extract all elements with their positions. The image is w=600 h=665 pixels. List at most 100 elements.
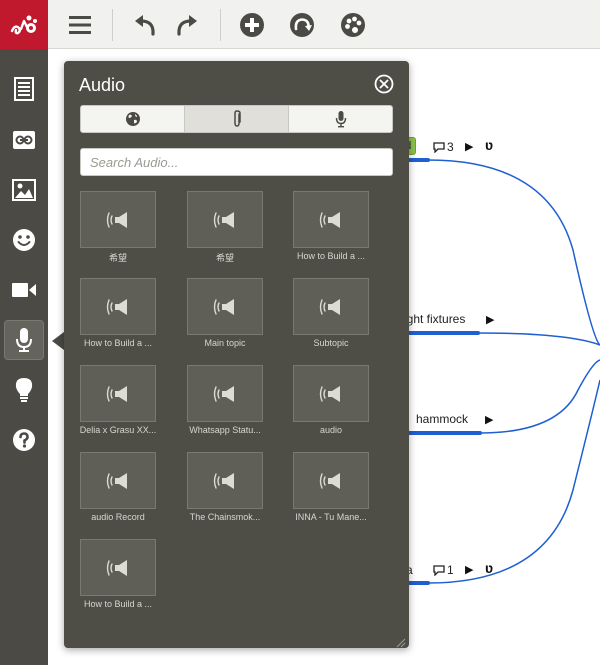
menu-button[interactable] <box>64 9 96 41</box>
audio-item-label: 希望 <box>215 253 234 263</box>
redo-button[interactable] <box>171 9 203 41</box>
audio-item[interactable]: How to Build a ... <box>293 191 371 271</box>
comment-count[interactable]: 1 <box>433 563 454 577</box>
audio-item[interactable]: The Chainsmok... <box>187 452 265 532</box>
audio-thumbnail[interactable] <box>187 278 263 335</box>
undo-button[interactable] <box>129 9 161 41</box>
hamburger-icon <box>69 16 91 34</box>
audio-thumbnail[interactable] <box>293 365 369 422</box>
sidebar-item-images[interactable] <box>4 170 44 210</box>
audio-thumbnail[interactable] <box>293 278 369 335</box>
audio-item-label: Main topic <box>204 338 246 348</box>
audio-thumbnail[interactable] <box>293 191 369 248</box>
tab-web[interactable] <box>81 106 185 132</box>
comment-count-value: 1 <box>447 563 454 577</box>
node-underline <box>406 158 430 162</box>
search-input[interactable] <box>80 148 393 176</box>
palette-icon <box>341 13 365 37</box>
audio-item[interactable]: Whatsapp Statu... <box>187 365 265 445</box>
speaker-icon <box>319 472 340 489</box>
audio-thumbnail[interactable] <box>293 452 369 509</box>
audio-item[interactable]: How to Build a ... <box>80 278 158 358</box>
notes-icon <box>14 77 34 101</box>
play-icon[interactable]: ▶ <box>465 140 473 153</box>
resize-handle[interactable] <box>396 635 406 648</box>
sidebar-item-video[interactable] <box>4 270 44 310</box>
node-link-icon[interactable]: ʋ <box>485 137 493 153</box>
sidebar-item-notes[interactable] <box>4 69 44 109</box>
close-button[interactable] <box>374 74 394 94</box>
comment-count[interactable]: 3 <box>433 140 454 154</box>
toolbar-divider <box>112 9 113 41</box>
audio-item[interactable]: Main topic <box>187 278 265 358</box>
tab-record[interactable] <box>289 106 392 132</box>
audio-thumbnail[interactable] <box>187 191 263 248</box>
audio-thumbnail[interactable] <box>80 539 156 596</box>
play-icon[interactable]: ▶ <box>485 413 493 426</box>
plus-circle-icon <box>240 13 264 37</box>
audio-panel: Audio Search Audio... 希望 希望 How to Build… <box>64 61 409 648</box>
speaker-icon <box>106 211 127 228</box>
node-light-fixtures[interactable]: ight fixtures <box>404 312 465 326</box>
paperclip-icon <box>233 110 241 127</box>
audio-item[interactable]: 希望 <box>80 191 158 271</box>
audio-item[interactable]: audio Record <box>80 452 158 532</box>
audio-thumbnail[interactable] <box>80 191 156 248</box>
audio-item[interactable]: Subtopic <box>293 278 371 358</box>
undo-icon <box>135 15 155 36</box>
video-icon <box>12 283 36 297</box>
theme-button[interactable] <box>337 9 369 41</box>
audio-item[interactable]: Delia x Grasu XX... <box>80 365 158 445</box>
app-logo[interactable] <box>0 0 48 49</box>
speaker-icon <box>319 298 340 315</box>
node-underline <box>406 431 482 435</box>
audio-thumbnail[interactable] <box>187 452 263 509</box>
speaker-icon <box>213 472 234 489</box>
image-icon <box>12 179 36 201</box>
logo-icon <box>10 15 37 34</box>
sidebar-item-help[interactable] <box>4 420 44 460</box>
sidebar-item-emoji[interactable] <box>4 220 44 260</box>
speaker-icon <box>106 472 127 489</box>
lightbulb-icon <box>15 378 33 402</box>
add-button[interactable] <box>236 9 268 41</box>
panel-title: Audio <box>79 75 126 95</box>
audio-item-label: INNA - Tu Mane... <box>295 512 367 522</box>
audio-thumbnail[interactable] <box>80 278 156 335</box>
audio-item-label: Subtopic <box>313 338 349 348</box>
link-icon <box>13 131 35 149</box>
audio-thumbnail[interactable] <box>80 365 156 422</box>
sidebar-item-ideas[interactable] <box>4 370 44 410</box>
speaker-icon <box>213 298 234 315</box>
speaker-icon <box>319 211 340 228</box>
audio-item[interactable]: 希望 <box>187 191 265 271</box>
source-tabs <box>80 105 393 133</box>
audio-item-label: How to Build a ... <box>83 338 153 348</box>
comment-icon <box>433 141 445 153</box>
audio-item-label: The Chainsmok... <box>189 512 261 522</box>
play-icon[interactable]: ▶ <box>486 313 494 326</box>
audio-thumbnail[interactable] <box>80 452 156 509</box>
speaker-icon <box>106 559 127 576</box>
reset-button[interactable] <box>286 9 318 41</box>
resize-grip-icon <box>396 638 406 648</box>
node-link-icon[interactable]: ʋ <box>485 560 493 576</box>
audio-item-label: audio <box>319 425 343 435</box>
node-hammock[interactable]: hammock <box>416 412 468 426</box>
app-window: od 3 ▶ ʋ ight fixtures ▶ hammock ▶ a 1 ▶… <box>0 0 600 665</box>
redo-icon <box>177 15 197 36</box>
audio-item[interactable]: audio <box>293 365 371 445</box>
sidebar-item-links[interactable] <box>4 120 44 160</box>
close-icon <box>374 74 394 94</box>
audio-item-label: 希望 <box>108 253 127 263</box>
node-underline <box>406 331 480 335</box>
audio-item[interactable]: INNA - Tu Mane... <box>293 452 371 532</box>
toolbar-divider <box>220 9 221 41</box>
play-icon[interactable]: ▶ <box>465 563 473 576</box>
speaker-icon <box>213 385 234 402</box>
node-underline <box>406 581 430 585</box>
audio-item[interactable]: How to Build a ... <box>80 539 158 619</box>
sidebar-item-audio[interactable] <box>4 320 44 360</box>
audio-thumbnail[interactable] <box>187 365 263 422</box>
tab-attachments[interactable] <box>185 106 289 132</box>
